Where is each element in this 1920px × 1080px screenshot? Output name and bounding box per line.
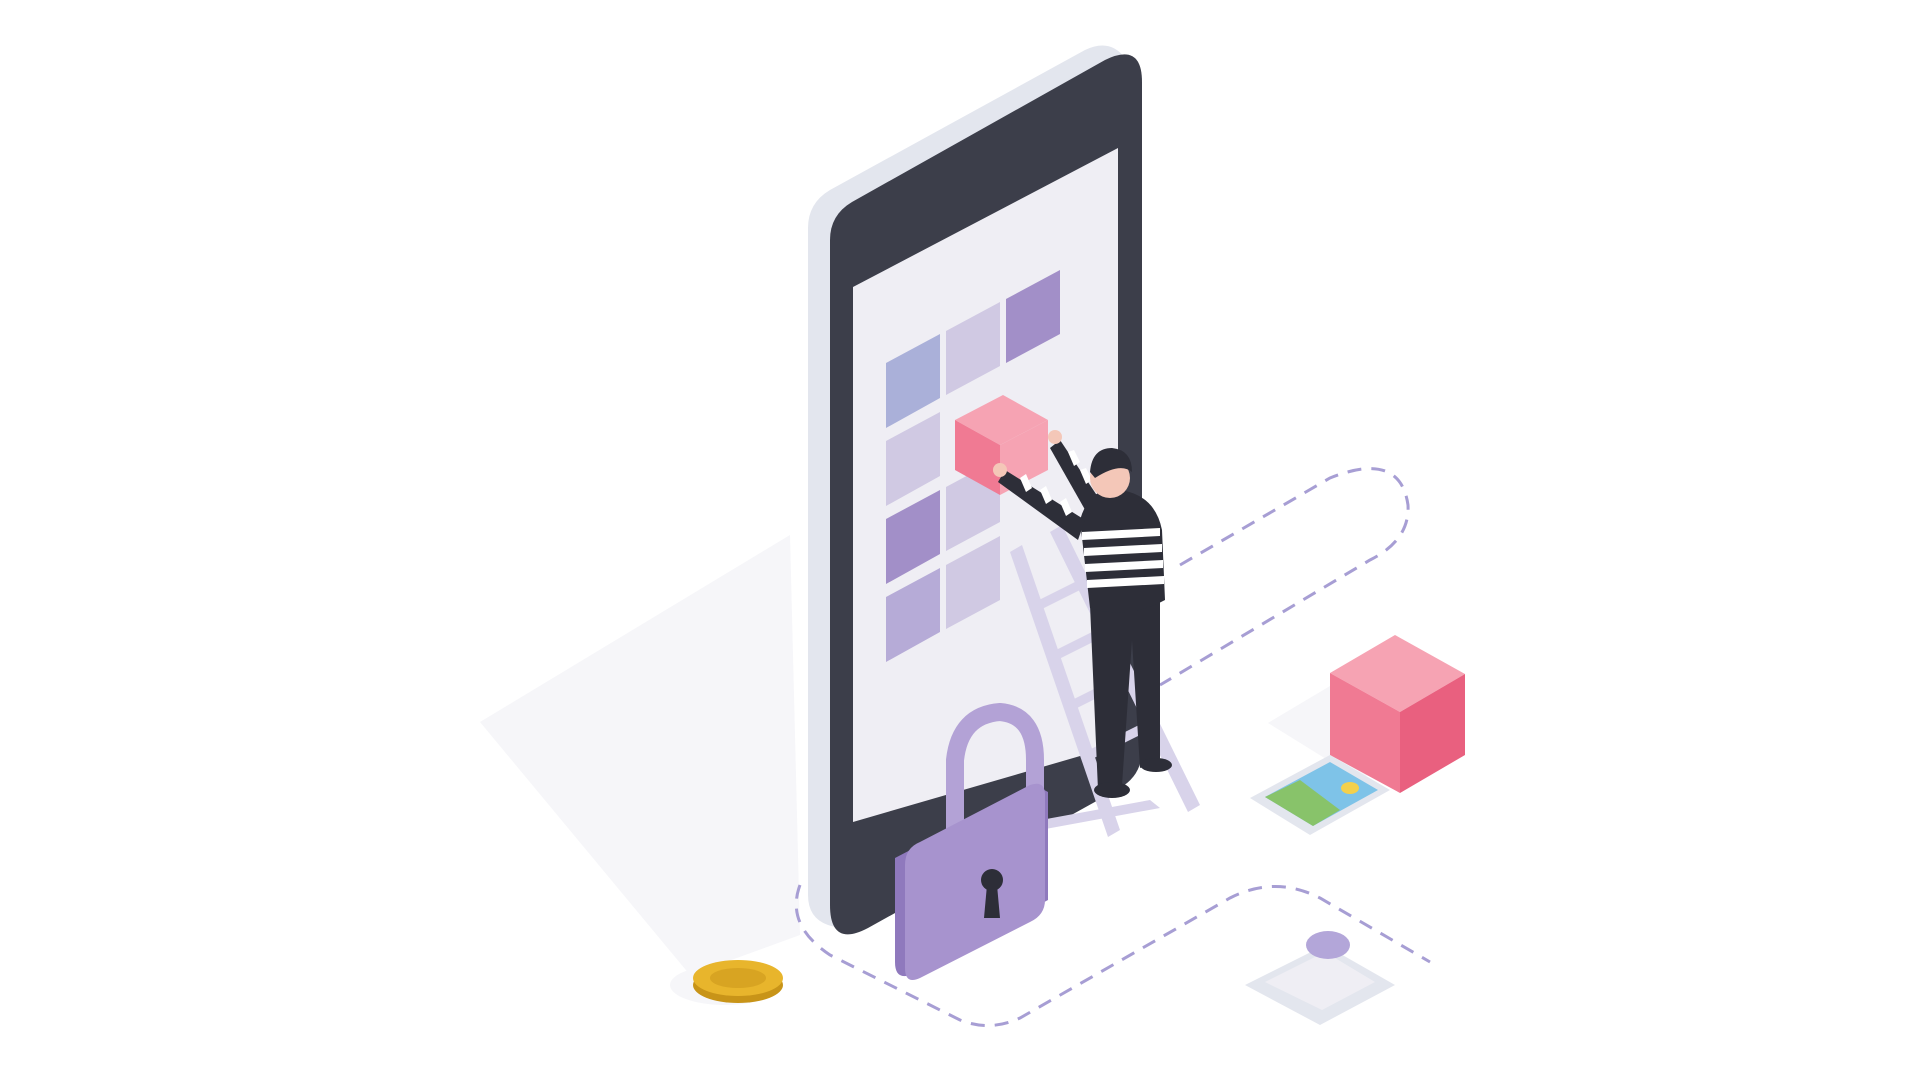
gold-coin-icon: [693, 960, 783, 1003]
location-pin-icon: [1245, 931, 1395, 1025]
security-illustration-scene: [0, 0, 1920, 1080]
floor-shadow: [480, 535, 800, 975]
illustration-canvas: [480, 45, 1465, 1027]
